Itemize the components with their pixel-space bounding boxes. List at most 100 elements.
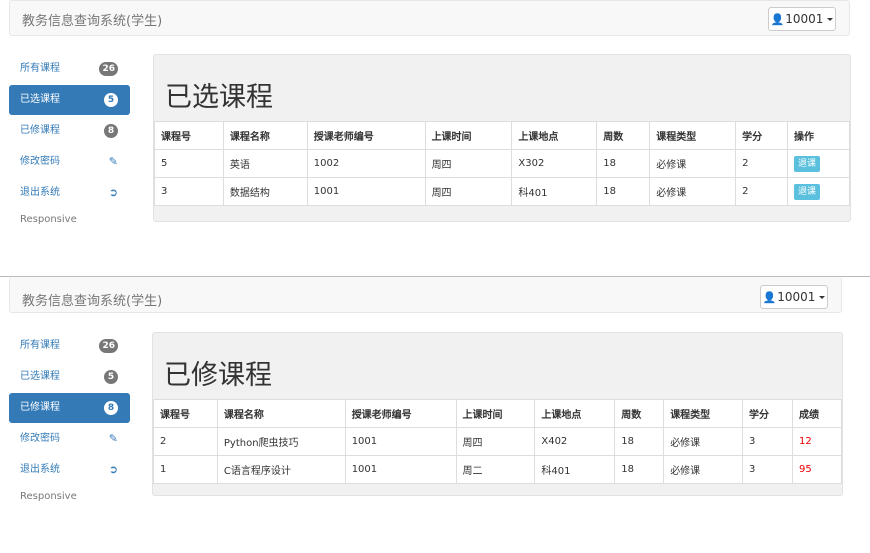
table-header-row: 课程号 课程名称 授课老师编号 上课时间 上课地点 周数 课程类型 学分 成绩 xyxy=(153,399,843,428)
sidebar-item-all-courses[interactable]: 所有课程 26 xyxy=(9,54,130,84)
sidebar-item-label: 所有课程 xyxy=(20,340,60,351)
app-title[interactable]: 教务信息查询系统(学生) xyxy=(22,290,162,309)
col-header-course-id: 课程号 xyxy=(154,121,224,150)
sidebar-item-label: 已修课程 xyxy=(20,125,60,136)
selected-courses-view: 教务信息查询系统(学生) 👤 10001 所有课程 26 已选课程 5 已修课程 8 修… xyxy=(0,0,870,276)
cell-course-name: Python爬虫技巧 xyxy=(216,427,346,456)
cell-location: X402 xyxy=(534,427,616,456)
cell-grade: 12 xyxy=(791,427,843,456)
user-menu-button[interactable]: 👤 10001 xyxy=(760,285,828,309)
col-header-weeks: 周数 xyxy=(614,399,665,428)
completed-courses-view: 教务信息查询系统(学生) 👤 10001 所有课程 26 已选课程 5 已修课程 8 修… xyxy=(0,276,870,553)
col-header-teacher-id: 授课老师编号 xyxy=(344,399,457,428)
col-header-course-name: 课程名称 xyxy=(222,121,308,150)
cell-type: 必修课 xyxy=(663,455,744,484)
sidebar-item-label: 退出系统 xyxy=(20,464,60,475)
cell-action: 退课 xyxy=(787,177,850,206)
col-header-type: 课程类型 xyxy=(649,121,737,150)
sidebar-item-selected-courses[interactable]: 已选课程 5 xyxy=(9,362,130,392)
pencil-icon: ✎ xyxy=(108,155,118,168)
page-title: 已选课程 xyxy=(165,82,273,113)
count-badge: 8 xyxy=(104,124,118,138)
col-header-teacher-id: 授课老师编号 xyxy=(306,121,426,150)
sidebar-footer: Responsive xyxy=(20,491,77,502)
cell-course-id: 5 xyxy=(154,149,224,178)
cell-weeks: 18 xyxy=(614,455,665,484)
col-header-type: 课程类型 xyxy=(663,399,744,428)
sidebar-item-change-password[interactable]: 修改密码 ✎ xyxy=(9,147,130,177)
user-id: 10001 xyxy=(785,12,824,26)
cell-time: 周四 xyxy=(424,149,513,178)
sidebar-item-logout[interactable]: 退出系统 ➲ xyxy=(9,455,130,485)
cell-course-name: C语言程序设计 xyxy=(216,455,346,484)
cell-course-id: 3 xyxy=(154,177,224,206)
count-badge: 26 xyxy=(99,62,118,76)
cell-location: 科401 xyxy=(534,455,616,484)
cell-credits: 2 xyxy=(735,149,788,178)
col-header-weeks: 周数 xyxy=(596,121,651,150)
count-badge: 5 xyxy=(104,370,118,384)
user-icon: 👤 xyxy=(762,290,777,304)
count-badge: 5 xyxy=(104,93,118,107)
drop-course-button[interactable]: 退课 xyxy=(794,155,821,172)
col-header-grade: 成绩 xyxy=(791,399,843,428)
cell-course-id: 2 xyxy=(153,427,218,456)
cell-grade: 95 xyxy=(791,455,843,484)
col-header-location: 上课地点 xyxy=(534,399,616,428)
cell-credits: 2 xyxy=(735,177,788,206)
drop-course-button[interactable]: 退课 xyxy=(794,183,821,200)
app-title[interactable]: 教务信息查询系统(学生) xyxy=(22,10,162,29)
sidebar-item-selected-courses[interactable]: 已选课程 5 xyxy=(9,85,130,115)
sidebar-item-label: 已选课程 xyxy=(20,94,60,105)
selected-courses-table: 课程号 课程名称 授课老师编号 上课时间 上课地点 周数 课程类型 学分 操作 … xyxy=(154,121,850,206)
sidebar-item-completed-courses[interactable]: 已修课程 8 xyxy=(9,116,130,146)
count-badge: 26 xyxy=(99,339,118,353)
cell-teacher-id: 1001 xyxy=(344,455,457,484)
cell-time: 周四 xyxy=(455,427,536,456)
sidebar-item-label: 已修课程 xyxy=(20,402,60,413)
table-row: 1 C语言程序设计 1001 周二 科401 18 必修课 3 95 xyxy=(153,455,843,484)
sidebar-item-label: 所有课程 xyxy=(20,63,60,74)
cell-teacher-id: 1001 xyxy=(306,177,426,206)
col-header-time: 上课时间 xyxy=(424,121,513,150)
pencil-icon: ✎ xyxy=(108,432,118,445)
top-navbar: 教务信息查询系统(学生) 👤 10001 xyxy=(9,277,842,313)
sidebar-item-completed-courses[interactable]: 已修课程 8 xyxy=(9,393,130,423)
col-header-course-id: 课程号 xyxy=(153,399,218,428)
top-navbar: 教务信息查询系统(学生) 👤 10001 xyxy=(9,0,850,36)
col-header-credits: 学分 xyxy=(735,121,788,150)
sidebar-item-logout[interactable]: 退出系统 ➲ xyxy=(9,178,130,208)
cell-type: 必修课 xyxy=(663,427,744,456)
count-badge: 8 xyxy=(104,401,118,415)
table-row: 5 英语 1002 周四 X302 18 必修课 2 退课 xyxy=(154,149,850,178)
user-icon: 👤 xyxy=(770,12,785,26)
table-row: 2 Python爬虫技巧 1001 周四 X402 18 必修课 3 12 xyxy=(153,427,843,456)
logout-icon: ➲ xyxy=(108,463,118,476)
cell-weeks: 18 xyxy=(596,149,651,178)
col-header-credits: 学分 xyxy=(742,399,793,428)
sidebar-item-all-courses[interactable]: 所有课程 26 xyxy=(9,331,130,361)
cell-teacher-id: 1001 xyxy=(344,427,457,456)
cell-course-name: 数据结构 xyxy=(222,177,308,206)
cell-location: X302 xyxy=(511,149,598,178)
cell-weeks: 18 xyxy=(596,177,651,206)
sidebar-footer: Responsive xyxy=(20,214,77,225)
cell-course-name: 英语 xyxy=(222,149,308,178)
sidebar-item-label: 修改密码 xyxy=(20,156,60,167)
cell-location: 科401 xyxy=(511,177,598,206)
cell-teacher-id: 1002 xyxy=(306,149,426,178)
completed-courses-panel: 已修课程 课程号 课程名称 授课老师编号 上课时间 上课地点 周数 课程类型 学… xyxy=(152,332,843,496)
sidebar: 所有课程 26 已选课程 5 已修课程 8 修改密码 ✎ 退出系统 ➲ Responsiv… xyxy=(9,331,130,502)
user-menu-button[interactable]: 👤 10001 xyxy=(768,7,836,31)
table-row: 3 数据结构 1001 周四 科401 18 必修课 2 退课 xyxy=(154,177,850,206)
cell-time: 周四 xyxy=(424,177,513,206)
col-header-time: 上课时间 xyxy=(455,399,536,428)
caret-down-icon xyxy=(819,295,826,299)
user-id: 10001 xyxy=(777,290,816,304)
completed-courses-table: 课程号 课程名称 授课老师编号 上课时间 上课地点 周数 课程类型 学分 成绩 … xyxy=(153,399,843,484)
sidebar-item-change-password[interactable]: 修改密码 ✎ xyxy=(9,424,130,454)
col-header-location: 上课地点 xyxy=(511,121,598,150)
logout-icon: ➲ xyxy=(108,186,118,199)
page-title: 已修课程 xyxy=(164,360,272,391)
sidebar-item-label: 已选课程 xyxy=(20,371,60,382)
